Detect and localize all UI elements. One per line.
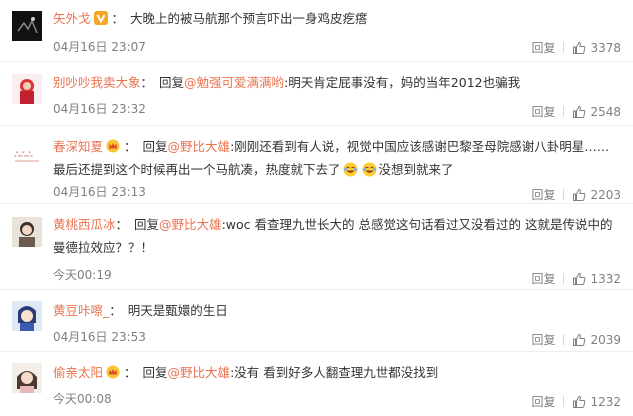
comment-text: 黄豆咔嚓_： 明天是甄嬛的生日 (53, 303, 228, 318)
comment-item: 别吵吵我卖大象： 回复@勉强可爱满满哟:明天肯定屁事没有，妈的当年2012也骗我 … (0, 62, 633, 126)
comment-actions: 回复 2548 (531, 103, 621, 120)
comment-time: 04月16日 23:32 (53, 102, 146, 116)
comment-body: 明天肯定屁事没有，妈的当年2012也骗我 (288, 75, 521, 90)
thumbs-up-icon (573, 188, 586, 201)
comment-actions: 回复 1332 (531, 270, 621, 287)
reply-button[interactable]: 回复 (531, 186, 555, 203)
reply-button[interactable]: 回复 (531, 270, 555, 287)
like-count: 1232 (590, 394, 621, 409)
mention-link[interactable]: @野比大雄 (168, 365, 231, 380)
username-link[interactable]: 偷亲太阳 (53, 365, 103, 380)
username-link[interactable]: 黄桃西瓜冰 (53, 217, 116, 232)
avatar[interactable] (12, 363, 42, 393)
laugh-cry-emoji-icon (343, 162, 358, 177)
comment-text: 黄桃西瓜冰： 回复@野比大雄:woc 看查理九世长大的 总感觉这句话看过又没看过的… (53, 217, 613, 255)
avatar[interactable] (12, 11, 42, 41)
like-count: 2039 (590, 332, 621, 347)
avatar[interactable] (12, 217, 42, 247)
reply-button[interactable]: 回复 (531, 331, 555, 348)
username-link[interactable]: 矢外戈 (53, 11, 91, 26)
crown-badge-icon (106, 365, 120, 379)
comment-list: 矢外戈：大晚上的被马航那个预言吓出一身鸡皮疙瘩 04月16日 23:07 回复 … (0, 0, 633, 416)
comment-item: 黄桃西瓜冰： 回复@野比大雄:woc 看查理九世长大的 总感觉这句话看过又没看过的… (0, 204, 633, 290)
comment-body-tail: 没想到就来了 (378, 162, 454, 177)
divider (563, 396, 565, 407)
comment-text: 矢外戈：大晚上的被马航那个预言吓出一身鸡皮疙瘩 (53, 11, 368, 26)
like-button[interactable]: 1332 (572, 272, 621, 286)
divider (563, 42, 565, 53)
comment-time: 今天00:19 (53, 268, 112, 282)
comment-actions: 回复 3378 (531, 39, 621, 56)
thumbs-up-icon (573, 105, 586, 118)
comment-time: 04月16日 23:07 (53, 40, 146, 54)
comment-actions: 回复 1232 (531, 393, 621, 410)
avatar[interactable]: ஃஃஃ (12, 139, 42, 169)
comment-text: 春深知夏：回复@野比大雄:刚刚还看到有人说，视觉中国应该感谢巴黎圣母院感谢八卦明… (53, 139, 610, 177)
comment-item: 矢外戈：大晚上的被马航那个预言吓出一身鸡皮疙瘩 04月16日 23:07 回复 … (0, 0, 633, 62)
vip-badge-icon (93, 11, 108, 25)
mention-link[interactable]: @勉强可爱满满哟 (184, 75, 284, 90)
comment-time: 04月16日 23:53 (53, 330, 146, 344)
like-button[interactable]: 2548 (572, 105, 621, 119)
like-button[interactable]: 1232 (572, 395, 621, 409)
comment-time: 今天00:08 (53, 392, 112, 406)
thumbs-up-icon (573, 41, 586, 54)
reply-prefix: 回复 (159, 75, 185, 90)
mention-link[interactable]: @野比大雄 (168, 139, 231, 154)
comment-item: 黄豆咔嚓_： 明天是甄嬛的生日 04月16日 23:53 回复 2039 (0, 290, 633, 352)
reply-prefix: 回复 (142, 365, 168, 380)
comment-body: 明天是甄嬛的生日 (127, 303, 228, 318)
like-count: 2203 (590, 187, 621, 202)
laugh-cry-emoji-icon (362, 162, 377, 177)
like-count: 2548 (590, 104, 621, 119)
mention-link[interactable]: @野比大雄 (159, 217, 222, 232)
reply-prefix: 回复 (134, 217, 160, 232)
comment-text: 别吵吵我卖大象： 回复@勉强可爱满满哟:明天肯定屁事没有，妈的当年2012也骗我 (53, 75, 521, 90)
comment-actions: 回复 2039 (531, 331, 621, 348)
divider (563, 189, 565, 200)
username-link[interactable]: 别吵吵我卖大象 (53, 75, 141, 90)
like-button[interactable]: 2203 (572, 188, 621, 202)
thumbs-up-icon (573, 395, 586, 408)
comment-time: 04月16日 23:13 (53, 185, 146, 199)
like-button[interactable]: 2039 (572, 333, 621, 347)
comment-actions: 回复 2203 (531, 186, 621, 203)
avatar[interactable] (12, 74, 42, 104)
divider (563, 334, 565, 345)
reply-button[interactable]: 回复 (531, 39, 555, 56)
reply-prefix: 回复 (142, 139, 168, 154)
avatar[interactable] (12, 301, 42, 331)
divider (563, 273, 565, 284)
crown-badge-icon (106, 139, 120, 153)
username-link[interactable]: 黄豆咔嚓_ (53, 303, 109, 318)
comment-body: 没有 看到好多人翻查理九世都没找到 (234, 365, 439, 380)
like-count: 3378 (590, 40, 621, 55)
divider (563, 106, 565, 117)
thumbs-up-icon (573, 333, 586, 346)
comment-body: 大晚上的被马航那个预言吓出一身鸡皮疙瘩 (130, 11, 368, 26)
svg-text:ஃஃஃ: ஃஃஃ (14, 150, 34, 159)
comment-item: 偷亲太阳：回复@野比大雄:没有 看到好多人翻查理九世都没找到 今天00:08 回… (0, 352, 633, 416)
reply-button[interactable]: 回复 (531, 393, 555, 410)
reply-button[interactable]: 回复 (531, 103, 555, 120)
comment-item: ஃஃஃ 春深知夏：回复@野比大雄:刚刚还看到有人说，视觉中国应该感谢巴黎圣母院感… (0, 126, 633, 204)
like-count: 1332 (590, 271, 621, 286)
comment-text: 偷亲太阳：回复@野比大雄:没有 看到好多人翻查理九世都没找到 (53, 365, 439, 380)
username-link[interactable]: 春深知夏 (53, 139, 103, 154)
thumbs-up-icon (573, 272, 586, 285)
like-button[interactable]: 3378 (572, 41, 621, 55)
